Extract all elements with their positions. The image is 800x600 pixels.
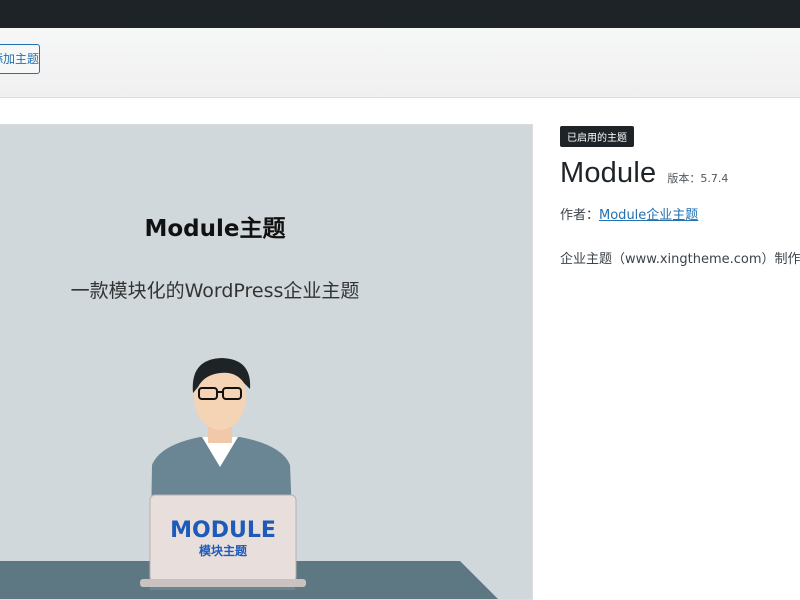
developer-illustration: MODULE 模块主题 (0, 358, 498, 599)
screenshot-title: Module主题 (144, 216, 286, 242)
version-value: 5.7.4 (700, 172, 729, 185)
screenshot-subtitle: 一款模块化的WordPress企业主题 (70, 280, 360, 302)
admin-bar (0, 0, 800, 28)
laptop-base (140, 579, 306, 587)
laptop-logo-sub: 模块主题 (199, 543, 248, 558)
theme-screenshot: Module主题 一款模块化的WordPress企业主题 MODULE 模块主题 (0, 124, 533, 600)
theme-name-row: Module 版本：5.7.4 (560, 157, 800, 190)
laptop-logo: MODULE (170, 518, 276, 543)
theme-description: 企业主题（www.xingtheme.com）制作 (560, 252, 800, 267)
theme-author: 作者：Module企业主题 (560, 204, 800, 223)
author-label: 作者： (560, 208, 600, 223)
version-label: 版本： (667, 172, 701, 185)
themes-header: 添加主题 (0, 28, 800, 98)
theme-name: Module (560, 157, 657, 189)
theme-details: 已启用的主题 Module 版本：5.7.4 作者：Module企业主题 企业主… (560, 126, 800, 267)
active-theme-badge: 已启用的主题 (560, 126, 634, 147)
add-theme-button[interactable]: 添加主题 (0, 44, 40, 74)
author-link[interactable]: Module企业主题 (599, 208, 698, 223)
